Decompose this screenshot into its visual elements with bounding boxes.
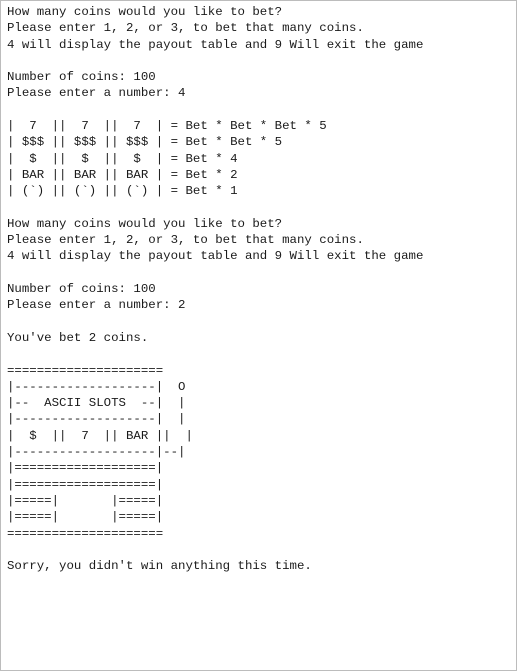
console-line: How many coins would you like to bet? — [7, 216, 283, 231]
console-line: ===================== — [7, 526, 164, 541]
console-line: Please enter 1, 2, or 3, to bet that man… — [7, 21, 364, 36]
console-window[interactable]: How many coins would you like to bet? Ple… — [0, 0, 517, 671]
console-line: | BAR || BAR || BAR | = Bet * 2 — [7, 167, 238, 182]
console-line: |-------------------| O — [7, 379, 186, 394]
console-line: |-------------------| | — [7, 412, 186, 427]
console-line: |===================| — [7, 461, 164, 476]
console-line: You've bet 2 coins. — [7, 330, 149, 345]
console-line: Sorry, you didn't win anything this time… — [7, 559, 312, 574]
console-line: |-- ASCII SLOTS --| | — [7, 396, 186, 411]
console-line: Please enter 1, 2, or 3, to bet that man… — [7, 233, 364, 248]
console-line: How many coins would you like to bet? — [7, 5, 283, 19]
console-line: |===================| — [7, 477, 164, 492]
console-line: 4 will display the payout table and 9 Wi… — [7, 249, 424, 264]
console-line: | 7 || 7 || 7 | = Bet * Bet * Bet * 5 — [7, 119, 327, 134]
console-line: | (`) || (`) || (`) | = Bet * 1 — [7, 184, 238, 199]
console-line: Number of coins: 100 — [7, 282, 156, 297]
console-output: How many coins would you like to bet? Ple… — [7, 4, 512, 574]
console-line: |-------------------|--| — [7, 445, 186, 460]
console-line: Number of coins: 100 — [7, 70, 156, 85]
console-line: Please enter a number: 2 — [7, 298, 186, 313]
console-line: Please enter a number: 4 — [7, 86, 186, 101]
console-line: |=====| |=====| — [7, 510, 164, 525]
console-line: |=====| |=====| — [7, 493, 164, 508]
console-line: 4 will display the payout table and 9 Wi… — [7, 37, 424, 52]
console-line: | $ || 7 || BAR || | — [7, 428, 193, 443]
console-line: ===================== — [7, 363, 164, 378]
console-line: | $ || $ || $ | = Bet * 4 — [7, 151, 238, 166]
console-line: | $$$ || $$$ || $$$ | = Bet * Bet * 5 — [7, 135, 283, 150]
